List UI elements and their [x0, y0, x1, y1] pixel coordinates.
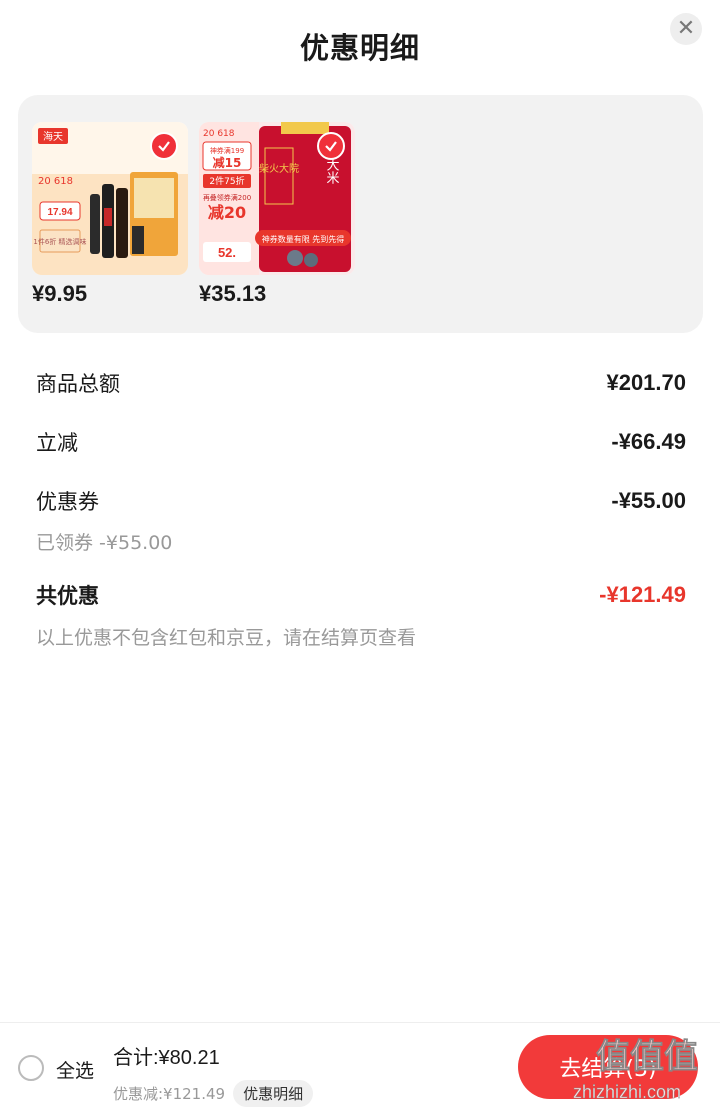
product-price: ¥9.95: [32, 281, 88, 306]
selected-check-icon[interactable]: [317, 132, 345, 160]
svg-text:20 618: 20 618: [38, 176, 73, 187]
instant-off-value: -¥66.49: [611, 429, 686, 454]
svg-text:17.94: 17.94: [47, 207, 72, 218]
instant-off-label: 立减: [36, 431, 78, 455]
svg-text:2件75折: 2件75折: [209, 175, 244, 187]
product-card[interactable]: 20 618 神券满199 减15 2件75折 再叠领券满200 减20 52.…: [199, 122, 355, 307]
svg-text:减20: 减20: [208, 203, 246, 222]
coupon-claimed-text: 已领券 -¥55.00: [36, 532, 173, 554]
selected-products-panel: 海天 20 618 17.94 1件6折 精选调味 ¥9.95 20 618 神…: [18, 95, 703, 333]
total-discount-row: 共优惠 -¥121.49: [36, 580, 686, 610]
discount-note: 以上优惠不包含红包和京豆，请在结算页查看: [36, 627, 417, 649]
svg-text:神券数量有限 先到先得: 神券数量有限 先到先得: [262, 234, 345, 244]
coupon-value: -¥55.00: [611, 488, 686, 513]
svg-text:神券满199: 神券满199: [210, 146, 244, 155]
discount-detail-button[interactable]: 优惠明细: [233, 1080, 314, 1107]
discount-line: 优惠减:¥121.49 优惠明细: [113, 1080, 314, 1107]
brand-text: 海天: [43, 130, 63, 143]
page-title: 优惠明细: [299, 31, 420, 65]
discount-amount-text: 优惠减:¥121.49: [113, 1085, 226, 1103]
goods-total-label: 商品总额: [36, 372, 120, 396]
select-all-radio[interactable]: [18, 1055, 44, 1081]
coupon-label: 优惠券: [36, 490, 99, 514]
selected-check-icon[interactable]: [150, 132, 178, 160]
product-image: 海天 20 618 17.94 1件6折 精选调味: [32, 122, 188, 275]
product-image: 20 618 神券满199 减15 2件75折 再叠领券满200 减20 52.…: [199, 122, 355, 275]
svg-text:减15: 减15: [213, 155, 242, 170]
total-amount: 合计:¥80.21: [113, 1047, 220, 1069]
coupon-row: 优惠券 -¥55.00: [36, 486, 686, 516]
total-discount-label: 共优惠: [36, 584, 99, 608]
sheet-header: 优惠明细 ✕: [0, 0, 720, 92]
checkout-button[interactable]: 去结算(3): [518, 1035, 698, 1099]
close-icon: ✕: [676, 16, 696, 41]
total-discount-value: -¥121.49: [599, 582, 686, 607]
svg-text:20 618: 20 618: [203, 129, 235, 139]
svg-text:1件6折 精选调味: 1件6折 精选调味: [33, 237, 86, 246]
product-card[interactable]: 海天 20 618 17.94 1件6折 精选调味 ¥9.95: [32, 122, 188, 307]
svg-text:柴火大院: 柴火大院: [259, 162, 299, 175]
checkout-bar: 全选 合计:¥80.21 优惠减:¥121.49 优惠明细 去结算(3): [0, 1022, 720, 1111]
svg-text:再叠领券满200: 再叠领券满200: [203, 193, 251, 202]
instant-off-row: 立减 -¥66.49: [36, 427, 686, 457]
product-price: ¥35.13: [199, 281, 267, 306]
select-all-label[interactable]: 全选: [56, 1056, 94, 1083]
goods-total-value: ¥201.70: [606, 370, 686, 395]
svg-text:52.: 52.: [218, 245, 236, 260]
close-button[interactable]: ✕: [670, 13, 702, 45]
goods-total-row: 商品总额 ¥201.70: [36, 368, 686, 398]
